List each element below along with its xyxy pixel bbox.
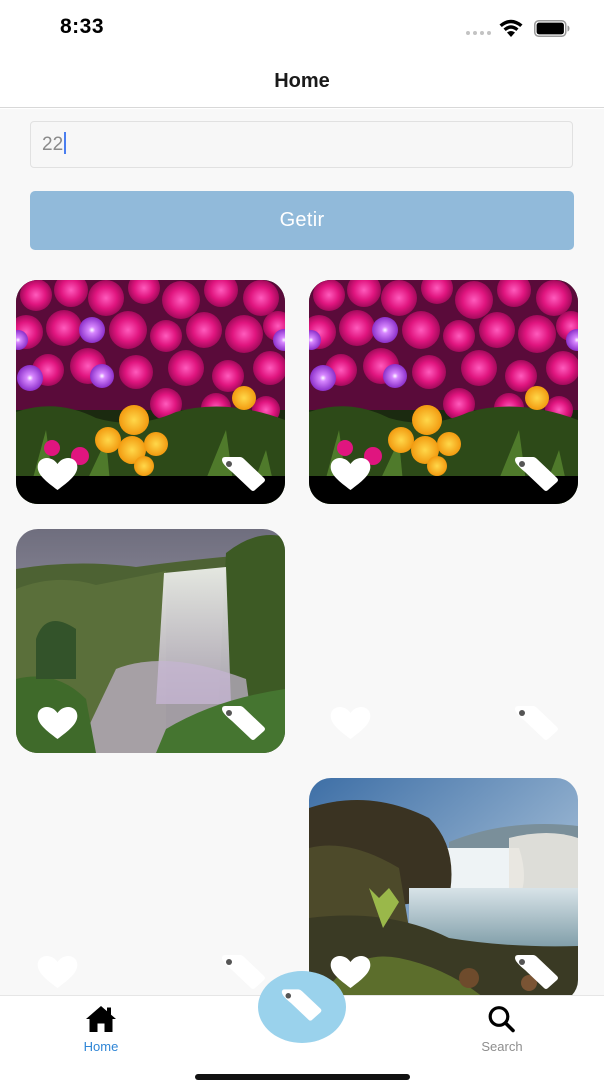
search-icon <box>488 1006 515 1033</box>
tag-icon[interactable] <box>220 705 270 741</box>
tag-icon[interactable] <box>220 954 270 990</box>
tab-search[interactable]: Search <box>442 996 562 1066</box>
image-card[interactable] <box>16 529 285 753</box>
tab-home-label: Home <box>83 1039 119 1054</box>
home-icon <box>86 1006 116 1032</box>
image-card-empty[interactable] <box>16 778 285 995</box>
getir-button[interactable]: Getir <box>30 191 574 250</box>
tag-icon[interactable] <box>513 705 563 741</box>
tag-icon[interactable] <box>513 456 563 492</box>
image-card-empty[interactable] <box>309 529 578 753</box>
image-card[interactable] <box>16 280 285 504</box>
search-input[interactable]: 22 <box>30 121 573 168</box>
battery-icon <box>534 20 570 37</box>
tag-fab-button[interactable] <box>258 971 346 1043</box>
tab-home[interactable]: Home <box>41 996 161 1066</box>
search-input-value: 22 <box>42 134 64 155</box>
image-card[interactable] <box>309 280 578 504</box>
heart-icon[interactable] <box>36 706 79 740</box>
status-time: 8:33 <box>60 15 105 38</box>
main-content[interactable]: 22 Getir <box>0 109 604 995</box>
tag-icon[interactable] <box>513 954 563 990</box>
image-card[interactable] <box>309 778 578 995</box>
home-indicator <box>195 1074 410 1080</box>
tag-icon <box>280 985 326 1025</box>
heart-icon[interactable] <box>329 706 372 740</box>
wifi-icon <box>499 19 523 37</box>
text-caret <box>64 132 67 154</box>
status-bar: 8:33 <box>0 0 604 56</box>
heart-icon[interactable] <box>329 457 372 491</box>
cellular-signal-icon <box>466 31 492 37</box>
nav-header: Home <box>0 56 604 108</box>
tab-search-label: Search <box>481 1039 523 1054</box>
page-title: Home <box>274 70 330 92</box>
heart-icon[interactable] <box>36 955 79 989</box>
tag-icon[interactable] <box>220 456 270 492</box>
heart-icon[interactable] <box>36 457 79 491</box>
